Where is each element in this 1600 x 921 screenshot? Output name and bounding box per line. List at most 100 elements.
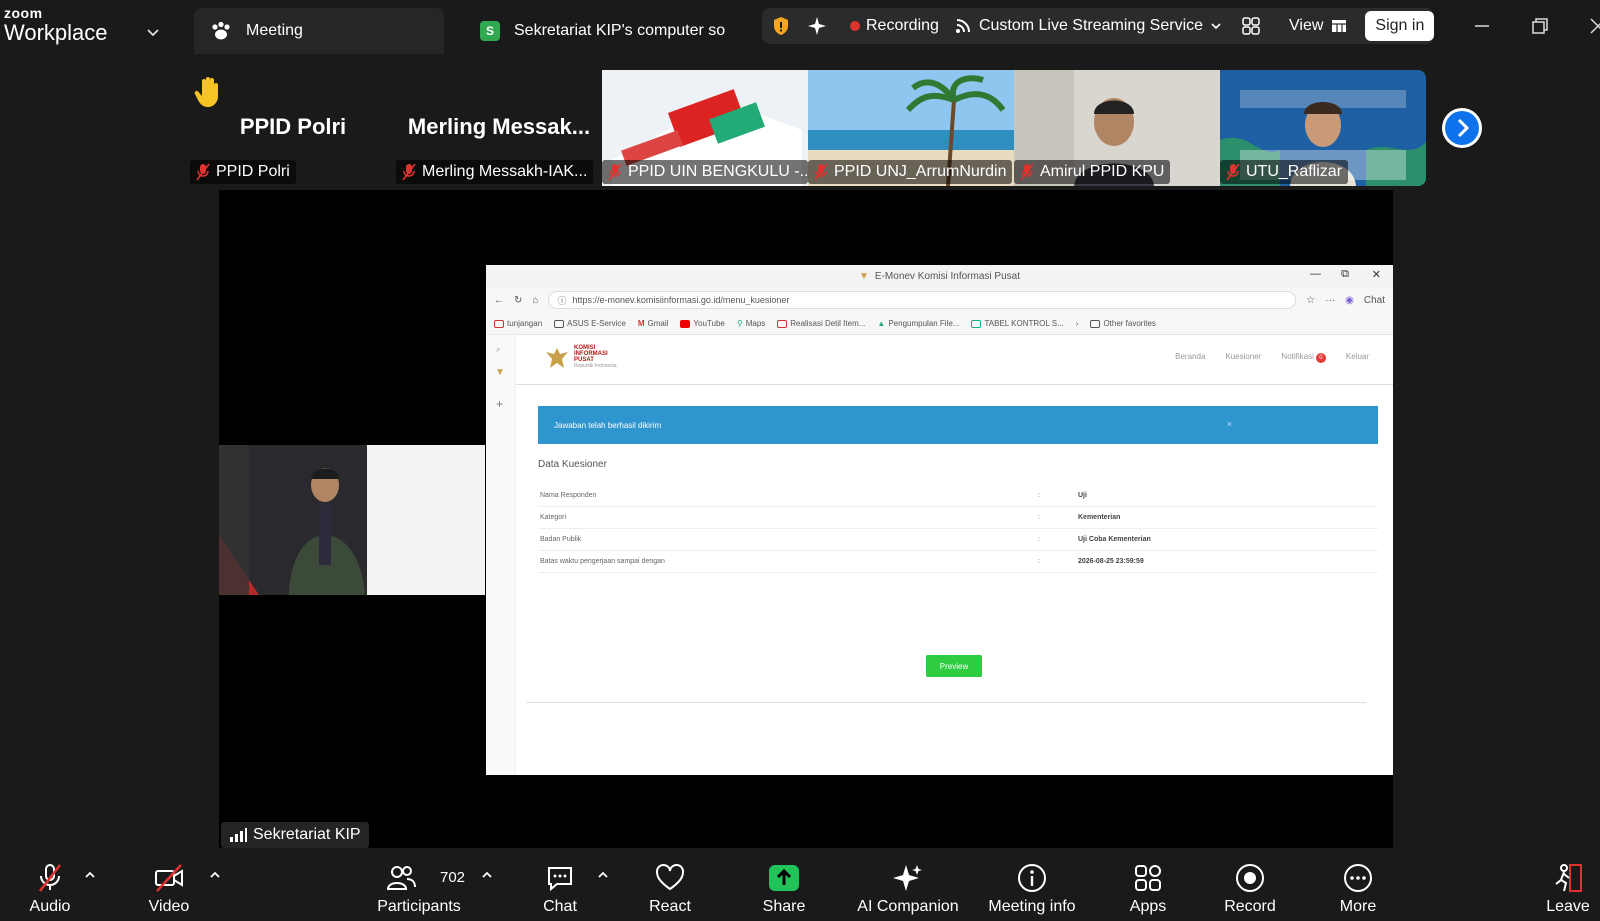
nav-notifikasi-label: Notifikasi bbox=[1281, 352, 1314, 361]
bookmark-icon bbox=[777, 319, 788, 328]
chevron-up-icon[interactable] bbox=[480, 868, 494, 882]
bookmark-item[interactable]: ASUS E-Service bbox=[554, 319, 626, 328]
participant-video-tile[interactable]: UTU_Raflizar bbox=[1220, 70, 1426, 186]
participant-video-tile[interactable]: PPID UNJ_ArrumNurdin bbox=[808, 70, 1014, 186]
copilot-icon[interactable]: ◉ bbox=[1345, 295, 1354, 306]
browser-minimize-icon[interactable]: — bbox=[1310, 268, 1321, 280]
sidebar-search-icon[interactable]: ⌕ bbox=[496, 345, 500, 355]
chevron-right-icon[interactable]: › bbox=[1076, 319, 1079, 328]
restore-icon[interactable] bbox=[1528, 14, 1552, 38]
chat-label: Chat bbox=[543, 898, 577, 915]
table-row: Batas waktu pengerjaan sampai dengan: 202… bbox=[538, 551, 1378, 573]
site-header: KOMISI INFORMASI PUSAT Republik Indonesi… bbox=[516, 335, 1393, 385]
row-label: Nama Responden bbox=[540, 492, 597, 499]
home-icon[interactable]: ⌂ bbox=[532, 295, 538, 306]
bookmark-item[interactable]: YouTube bbox=[680, 319, 725, 328]
row-label: Batas waktu pengerjaan sampai dengan bbox=[540, 558, 665, 565]
chevron-up-icon[interactable] bbox=[208, 868, 222, 882]
nav-beranda[interactable]: Beranda bbox=[1175, 352, 1205, 363]
nav-notifikasi[interactable]: Notifikasi 0 bbox=[1281, 352, 1326, 363]
participant-video-tile[interactable]: PPID UIN BENGKULU -... bbox=[602, 70, 808, 186]
browser-window-title: E-Monev Komisi Informasi Pusat bbox=[874, 270, 1020, 282]
ai-companion-icon bbox=[893, 865, 922, 891]
sidebar-site-icon[interactable]: ▼ bbox=[495, 367, 505, 378]
sparkle-icon[interactable] bbox=[806, 15, 828, 37]
bookmark-label: Other favorites bbox=[1103, 319, 1156, 328]
participant-tile[interactable]: Merling Messak... Merling Messakh-IAK... bbox=[396, 70, 602, 186]
bookmark-item[interactable]: Other favorites bbox=[1090, 319, 1156, 328]
bookmark-item[interactable]: M Gmail bbox=[638, 319, 669, 328]
meeting-info-button[interactable]: Meeting info bbox=[982, 852, 1082, 921]
chevron-down-icon[interactable] bbox=[144, 23, 162, 41]
preview-button[interactable]: Preview bbox=[926, 655, 982, 677]
next-page-button[interactable] bbox=[1442, 108, 1482, 148]
security-shield-icon[interactable] bbox=[772, 16, 790, 36]
participant-tile[interactable]: PPID Polri PPID Polri bbox=[190, 70, 396, 186]
chevron-up-icon[interactable] bbox=[83, 868, 97, 882]
chevron-up-icon[interactable] bbox=[596, 868, 610, 882]
gallery-grid-icon[interactable] bbox=[1241, 16, 1261, 36]
share-button[interactable]: Share bbox=[754, 852, 814, 921]
speaker-video[interactable] bbox=[219, 445, 485, 595]
minimize-icon[interactable] bbox=[1470, 14, 1494, 38]
bookmark-item[interactable]: ▲ Pengumpulan File... bbox=[877, 319, 959, 328]
questionnaire-data-table: Nama Responden: Uji Kategori: Kementerian … bbox=[538, 485, 1378, 573]
apps-label: Apps bbox=[1129, 898, 1167, 915]
browser-chat-label[interactable]: Chat bbox=[1364, 295, 1385, 306]
apps-button[interactable]: Apps bbox=[1118, 852, 1178, 921]
participant-video-tile[interactable]: Amirul PPID KPU bbox=[1014, 70, 1220, 186]
garuda-emblem-icon bbox=[546, 348, 568, 368]
favorites-star-icon[interactable]: ☆ bbox=[1306, 295, 1315, 306]
tab-meeting[interactable]: Meeting bbox=[194, 8, 444, 54]
back-icon[interactable]: ← bbox=[494, 295, 504, 306]
bookmark-item[interactable]: TABEL KONTROL S... bbox=[971, 319, 1064, 328]
nav-keluar[interactable]: Keluar bbox=[1346, 352, 1369, 363]
address-bar[interactable]: ⓘ https://e-monev.komisiinformasi.go.id/… bbox=[548, 291, 1297, 309]
close-icon[interactable] bbox=[1586, 14, 1600, 38]
alert-close-icon[interactable]: × bbox=[1227, 419, 1232, 429]
leave-button[interactable]: Leave bbox=[1540, 852, 1596, 921]
live-streaming-service[interactable]: Custom Live Streaming Service bbox=[979, 17, 1203, 35]
chat-button[interactable]: Chat bbox=[534, 852, 586, 921]
bookmarks-bar: tunjangan ASUS E-Service M Gmail YouTube … bbox=[486, 313, 1393, 335]
audio-button[interactable]: Audio bbox=[24, 852, 76, 921]
more-button[interactable]: More bbox=[1328, 852, 1388, 921]
site-logo[interactable]: KOMISI INFORMASI PUSAT Republik Indonesi… bbox=[544, 345, 622, 371]
chevron-down-icon[interactable] bbox=[1209, 19, 1223, 33]
bookmark-label: TABEL KONTROL S... bbox=[984, 319, 1064, 328]
signal-strength-icon bbox=[230, 828, 247, 842]
table-row: Kategori: Kementerian bbox=[538, 507, 1378, 529]
browser-restore-icon[interactable]: ⧉ bbox=[1341, 268, 1349, 281]
success-alert: Jawaban telah berhasil dikirim × bbox=[538, 406, 1378, 444]
title-bar: zoom Workplace Meeting S Sekretariat KIP… bbox=[0, 0, 1600, 58]
browser-close-icon[interactable]: ✕ bbox=[1372, 268, 1381, 281]
participants-button[interactable]: Participants bbox=[372, 852, 466, 921]
record-icon bbox=[1236, 864, 1264, 892]
more-tools-icon[interactable]: ··· bbox=[1325, 295, 1335, 306]
audio-label: Audio bbox=[29, 898, 71, 915]
sidebar-add-icon[interactable]: + bbox=[496, 397, 503, 411]
speaker-video-feed bbox=[219, 445, 485, 595]
video-button[interactable]: Video bbox=[143, 852, 195, 921]
share-screen-icon bbox=[769, 865, 799, 891]
mic-muted-icon bbox=[39, 864, 61, 892]
view-menu[interactable]: View bbox=[1289, 17, 1323, 35]
alert-message: Jawaban telah berhasil dikirim bbox=[554, 420, 662, 430]
participant-label: PPID UIN BENGKULU -... bbox=[602, 160, 808, 184]
record-button[interactable]: Record bbox=[1218, 852, 1282, 921]
nav-kuesioner[interactable]: Kuesioner bbox=[1225, 352, 1261, 363]
view-layout-icon[interactable] bbox=[1331, 19, 1347, 33]
bookmark-item[interactable]: tunjangan bbox=[494, 319, 542, 328]
bookmark-item[interactable]: ⚲ Maps bbox=[737, 319, 765, 328]
recording-status[interactable]: Recording bbox=[866, 17, 939, 35]
zoom-workplace-logo[interactable]: zoom Workplace bbox=[4, 6, 159, 50]
sign-in-button[interactable]: Sign in bbox=[1365, 11, 1435, 41]
bookmark-item[interactable]: Realisasi Detil Item... bbox=[777, 319, 865, 328]
tab-screen-share[interactable]: S Sekretariat KIP's computer so bbox=[468, 8, 758, 54]
mic-muted-icon bbox=[608, 163, 622, 181]
react-button[interactable]: React bbox=[640, 852, 700, 921]
row-colon: : bbox=[1038, 536, 1040, 543]
ai-companion-button[interactable]: AI Companion bbox=[852, 852, 964, 921]
reload-icon[interactable]: ↻ bbox=[514, 295, 522, 306]
more-icon bbox=[1344, 864, 1372, 892]
